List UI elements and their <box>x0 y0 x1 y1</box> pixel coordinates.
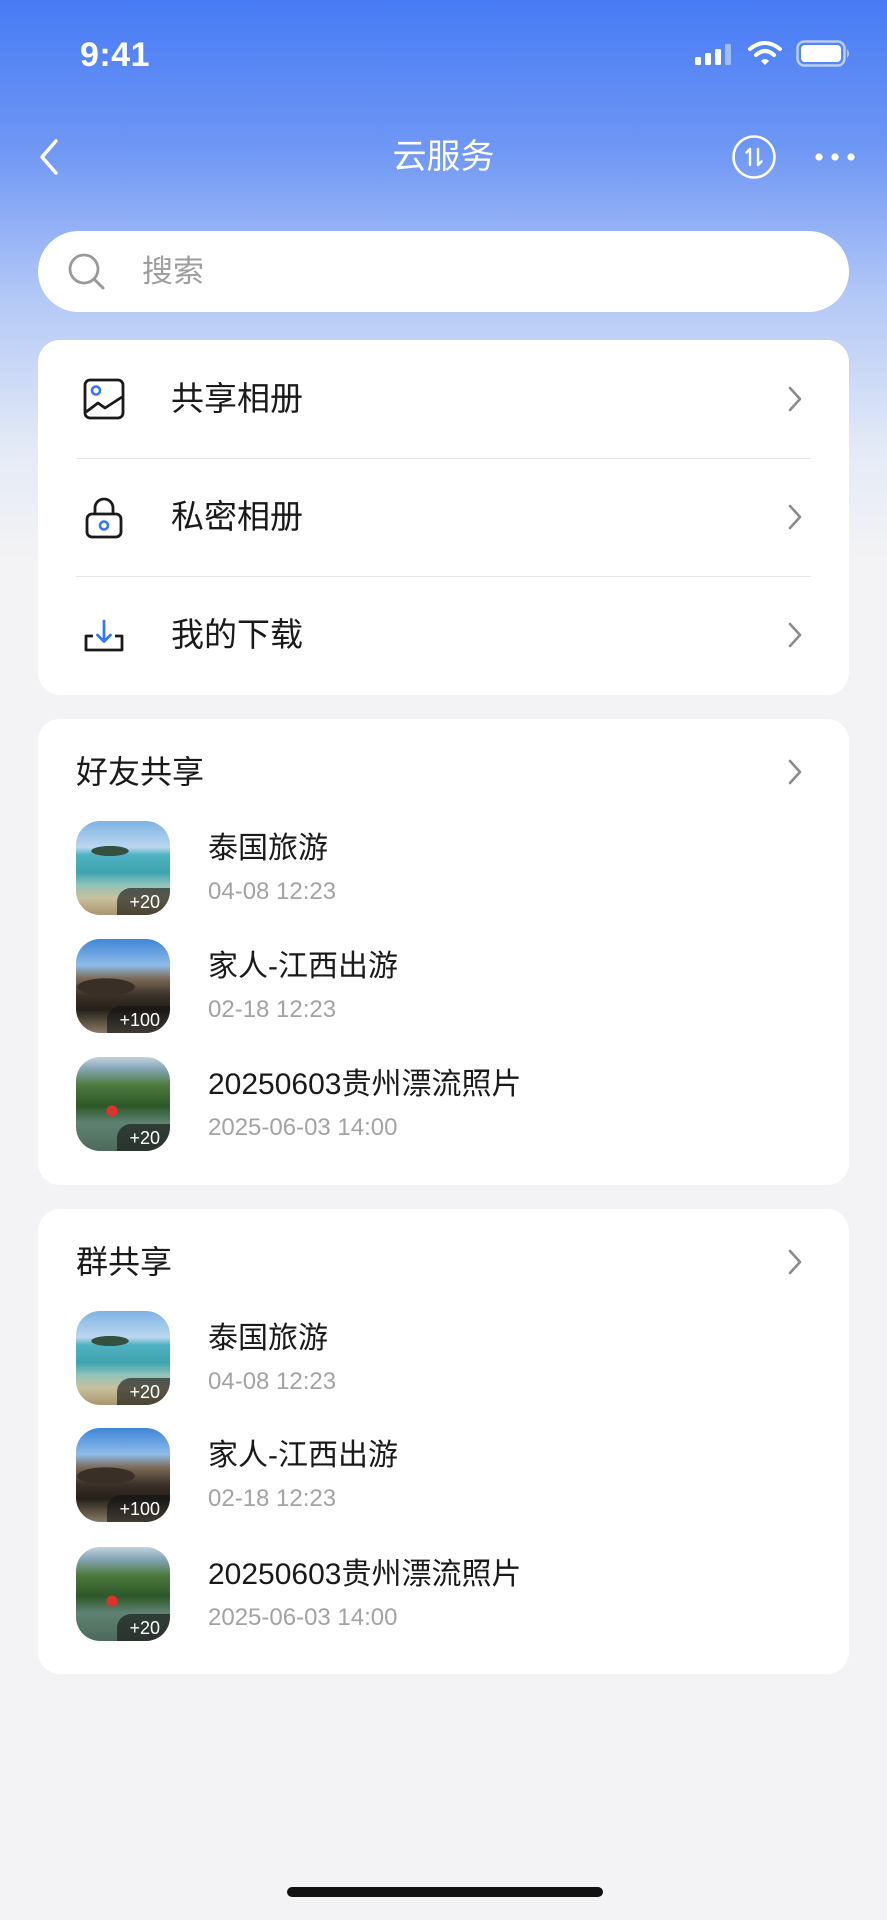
album-title: 20250603贵州漂流照片 <box>208 1558 522 1591</box>
more-icon[interactable] <box>814 147 856 167</box>
menu-item-private-album[interactable]: 私密相册 <box>38 458 849 576</box>
menu-item-label: 共享相册 <box>171 380 303 417</box>
album-thumbnail: +20 <box>76 1547 170 1641</box>
album-title: 家人-江西出游 <box>208 1439 398 1472</box>
album-item[interactable]: +20 20250603贵州漂流照片 2025-06-03 14:00 <box>76 1547 811 1641</box>
album-thumbnail: +20 <box>76 1311 170 1405</box>
battery-icon <box>796 40 849 67</box>
album-date: 2025-06-03 14:00 <box>208 1114 398 1141</box>
album-item[interactable]: +100 家人-江西出游 02-18 12:23 <box>76 939 811 1033</box>
album-item[interactable]: +20 20250603贵州漂流照片 2025-06-03 14:00 <box>76 1057 811 1151</box>
album-menu-card: 共享相册 私密相册 我的下载 <box>38 340 849 695</box>
menu-item-label: 我的下载 <box>171 616 303 653</box>
album-title: 家人-江西出游 <box>208 950 398 983</box>
photo-count-badge: +20 <box>117 888 170 915</box>
photo-count-badge: +100 <box>107 1495 170 1522</box>
album-title: 泰国旅游 <box>208 1322 328 1355</box>
search-input[interactable] <box>142 231 802 312</box>
status-time: 9:41 <box>80 36 151 74</box>
album-item[interactable]: +20 泰国旅游 04-08 12:23 <box>76 821 811 915</box>
sort-icon[interactable] <box>731 134 777 180</box>
wifi-icon <box>748 41 782 65</box>
section-title: 群共享 <box>76 1244 173 1280</box>
album-item[interactable]: +20 泰国旅游 04-08 12:23 <box>76 1311 811 1405</box>
album-thumbnail: +20 <box>76 1057 170 1151</box>
menu-item-shared-album[interactable]: 共享相册 <box>38 340 849 458</box>
album-title: 20250603贵州漂流照片 <box>208 1068 522 1101</box>
album-thumbnail: +100 <box>76 1428 170 1522</box>
chevron-right-icon[interactable] <box>787 758 803 786</box>
album-date: 02-18 12:23 <box>208 996 337 1023</box>
search-icon <box>68 253 105 290</box>
album-thumbnail: +20 <box>76 821 170 915</box>
signal-icon <box>695 44 731 65</box>
photo-count-badge: +20 <box>117 1124 170 1151</box>
album-thumbnail: +100 <box>76 939 170 1033</box>
photo-count-badge: +20 <box>117 1614 170 1641</box>
album-item[interactable]: +100 家人-江西出游 02-18 12:23 <box>76 1428 811 1522</box>
album-date: 04-08 12:23 <box>208 878 337 905</box>
home-indicator[interactable] <box>287 1887 603 1897</box>
section-title: 好友共享 <box>76 754 205 790</box>
album-date: 2025-06-03 14:00 <box>208 1604 398 1631</box>
album-date: 02-18 12:23 <box>208 1485 337 1512</box>
group-share-card: 群共享 +20 泰国旅游 04-08 12:23 +100 家人-江西出游 02… <box>38 1209 849 1674</box>
chevron-right-icon[interactable] <box>787 1248 803 1276</box>
menu-item-my-downloads[interactable]: 我的下载 <box>38 576 849 694</box>
chevron-right-icon <box>788 386 802 412</box>
menu-item-label: 私密相册 <box>171 498 303 535</box>
lock-icon <box>85 497 123 539</box>
chevron-right-icon <box>788 622 802 648</box>
album-title: 泰国旅游 <box>208 832 328 865</box>
photo-count-badge: +20 <box>117 1378 170 1405</box>
album-date: 04-08 12:23 <box>208 1368 337 1395</box>
friend-share-card: 好友共享 +20 泰国旅游 04-08 12:23 +100 家人-江西出游 0… <box>38 719 849 1185</box>
search-bar[interactable] <box>38 231 849 312</box>
image-icon <box>83 378 125 420</box>
download-icon <box>84 619 124 652</box>
photo-count-badge: +100 <box>107 1006 170 1033</box>
chevron-right-icon <box>788 504 802 530</box>
